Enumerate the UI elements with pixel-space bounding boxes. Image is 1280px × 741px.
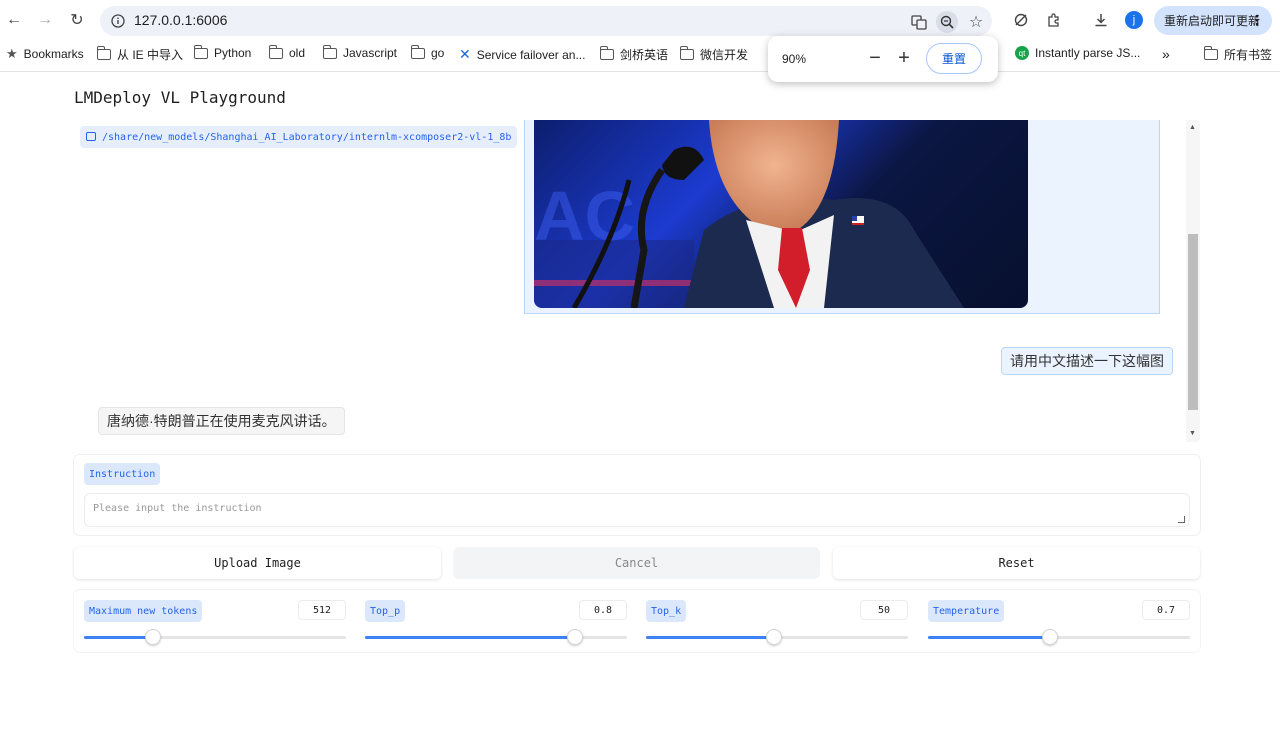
- address-bar[interactable]: 127.0.0.1:6006 ☆: [100, 6, 992, 36]
- update-button[interactable]: 重新启动即可更新 ⋮: [1154, 6, 1272, 35]
- zoom-popup: 90% − + 重置: [768, 36, 998, 82]
- folder-icon: [96, 46, 111, 60]
- user-text-message: 请用中文描述一下这幅图: [1001, 347, 1173, 375]
- param-label: Top_p: [365, 600, 406, 622]
- slider-fill: [928, 636, 1050, 639]
- bookmark-star-icon[interactable]: ☆: [965, 11, 987, 33]
- zoom-reset-button[interactable]: 重置: [926, 43, 982, 74]
- slider-track[interactable]: [646, 629, 908, 645]
- user-image-message: AC: [524, 120, 1160, 314]
- instruction-panel: Instruction Please input the instruction: [74, 455, 1200, 535]
- scroll-down-icon[interactable]: ▼: [1189, 430, 1196, 437]
- folder-icon: [322, 44, 337, 59]
- url-text[interactable]: 127.0.0.1:6006: [134, 12, 227, 28]
- slider-fill: [646, 636, 775, 639]
- menu-dots-icon[interactable]: ⋮: [1250, 12, 1264, 29]
- bookmark-item[interactable]: ★ Bookmarks: [6, 46, 84, 62]
- scroll-up-icon[interactable]: ▲: [1189, 124, 1196, 131]
- instruction-placeholder: Please input the instruction: [93, 503, 262, 514]
- slider-handle[interactable]: [145, 629, 162, 645]
- param-temperature: Temperature 0.7: [928, 590, 1190, 652]
- uploaded-image: AC: [534, 120, 1028, 308]
- bookmark-item[interactable]: 从 IE 中导入: [96, 46, 183, 63]
- back-icon[interactable]: ←: [2, 8, 26, 32]
- slider-fill: [84, 636, 154, 639]
- param-label: Top_k: [646, 600, 687, 622]
- param-top-k: Top_k 50: [646, 590, 908, 652]
- model-path-text: /share/new_models/Shanghai_AI_Laboratory…: [102, 131, 512, 143]
- more-bookmarks-icon[interactable]: »: [1162, 46, 1170, 62]
- confluence-icon: ✕: [459, 46, 471, 62]
- cancel-button[interactable]: Cancel: [453, 547, 820, 579]
- param-value-input[interactable]: 50: [860, 600, 908, 620]
- param-value-input[interactable]: 0.8: [579, 600, 627, 620]
- resize-handle-icon[interactable]: [1178, 516, 1185, 523]
- profile-avatar[interactable]: j: [1125, 11, 1143, 29]
- slider-track[interactable]: [365, 629, 627, 645]
- scrollbar-thumb[interactable]: [1188, 234, 1198, 410]
- instruction-label: Instruction: [84, 463, 161, 485]
- folder-icon: [410, 44, 425, 59]
- slider-track[interactable]: [84, 629, 346, 645]
- bot-text-message: 唐纳德·特朗普正在使用麦克风讲话。: [98, 407, 345, 435]
- bookmark-item[interactable]: 所有书签: [1203, 46, 1272, 63]
- zoom-out-button[interactable]: −: [863, 46, 887, 70]
- folder-icon: [268, 44, 283, 59]
- qt-icon: qt: [1015, 46, 1029, 60]
- page-title: LMDeploy VL Playground: [74, 88, 286, 107]
- param-value-input[interactable]: 0.7: [1142, 600, 1190, 620]
- slider-fill: [365, 636, 575, 639]
- browser-chrome: ← → ↻ 127.0.0.1:6006 ☆ j 重新启动即可更新 ⋮ ★ Bo…: [0, 0, 1280, 72]
- zoom-icon[interactable]: [936, 11, 958, 33]
- bookmarks-bar: ★ Bookmarks 从 IE 中导入 Python old Javascri…: [0, 42, 1280, 66]
- bookmark-item[interactable]: 微信开发: [679, 46, 748, 63]
- folder-icon: [599, 46, 614, 60]
- slider-handle[interactable]: [566, 629, 583, 645]
- site-info-icon[interactable]: [108, 11, 128, 31]
- bookmark-item[interactable]: Python: [193, 44, 251, 60]
- reload-icon[interactable]: ↻: [65, 8, 89, 32]
- bookmark-item[interactable]: qt Instantly parse JS...: [1015, 46, 1140, 60]
- reset-button[interactable]: Reset: [833, 547, 1200, 579]
- param-value-input[interactable]: 512: [298, 600, 346, 620]
- slider-track[interactable]: [928, 629, 1190, 645]
- translate-icon[interactable]: [908, 11, 930, 33]
- forward-icon[interactable]: →: [33, 8, 57, 32]
- star-icon: ★: [6, 46, 18, 61]
- param-label: Temperature: [928, 600, 1005, 622]
- folder-icon: [193, 44, 208, 59]
- chat-scrollbar[interactable]: ▲ ▼: [1186, 120, 1200, 442]
- folder-icon: [1203, 46, 1218, 60]
- zoom-in-button[interactable]: +: [892, 46, 916, 70]
- folder-icon: [679, 46, 694, 60]
- param-label: Maximum new tokens: [84, 600, 203, 622]
- slider-handle[interactable]: [766, 629, 783, 645]
- bookmark-item[interactable]: old: [268, 44, 305, 60]
- model-path-badge: /share/new_models/Shanghai_AI_Laboratory…: [80, 126, 518, 148]
- generation-params: Maximum new tokens 512 Top_p 0.8 Top_k 5…: [74, 590, 1200, 652]
- chatbot-panel: /share/new_models/Shanghai_AI_Laboratory…: [74, 120, 1200, 442]
- bookmark-item[interactable]: ✕ Service failover an...: [459, 46, 585, 63]
- message-icon: [86, 132, 96, 141]
- upload-image-button[interactable]: Upload Image: [74, 547, 441, 579]
- bookmark-item[interactable]: go: [410, 44, 444, 60]
- extension-puzzle-alt-icon[interactable]: [1010, 9, 1032, 31]
- instruction-input[interactable]: Please input the instruction: [84, 493, 1190, 527]
- download-icon[interactable]: [1090, 9, 1112, 31]
- extensions-icon[interactable]: [1043, 9, 1065, 31]
- update-label: 重新启动即可更新: [1164, 14, 1261, 28]
- bookmark-item[interactable]: Javascript: [322, 44, 397, 60]
- slider-handle[interactable]: [1041, 629, 1058, 645]
- param-top-p: Top_p 0.8: [365, 590, 627, 652]
- param-max-new-tokens: Maximum new tokens 512: [84, 590, 346, 652]
- zoom-level: 90%: [782, 52, 807, 66]
- bookmark-item[interactable]: 剑桥英语: [599, 46, 668, 63]
